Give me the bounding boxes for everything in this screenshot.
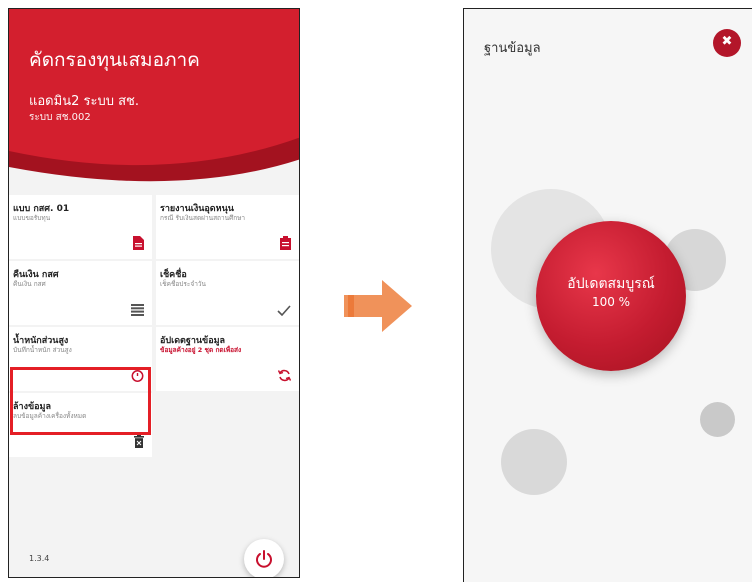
logout-button[interactable]: [244, 539, 284, 577]
update-status-text: อัปเดตสมบูรณ์: [567, 276, 655, 292]
menu-tile-update-database[interactable]: อัปเดตฐานข้อมูล ข้อมูลค้างอยู่ 2 ชุด กดเ…: [156, 327, 299, 391]
menu-tile-attendance[interactable]: เช็คชื่อ เช็คชื่อประจำวัน: [156, 261, 299, 325]
menu-tile-title: เช็คชื่อ: [160, 270, 187, 280]
home-screen: คัดกรองทุนเสมอภาค แอดมิน2 ระบบ สช. ระบบ …: [8, 8, 300, 578]
menu-tile-title: คืนเงิน กสศ: [13, 270, 59, 280]
menu-tile-desc: แบบขอรับทุน: [13, 214, 51, 222]
close-button[interactable]: ✖: [713, 29, 741, 57]
power-icon: [256, 550, 272, 568]
menu-tile-refund[interactable]: คืนเงิน กสศ คืนเงิน กสศ: [9, 261, 152, 325]
app-title: คัดกรองทุนเสมอภาค: [29, 49, 200, 71]
database-screen: ฐานข้อมูล ✖ อัปเดตสมบูรณ์ 100 %: [463, 8, 752, 582]
menu-tile-desc: ข้อมูลค้างอยู่ 2 ชุด กดเพื่อส่ง: [160, 346, 242, 354]
decorative-bubble: [501, 429, 567, 495]
menu-tile-subsidy-report[interactable]: รายงานเงินอุดหนุน กรณี รับเงินสดผ่านสถาน…: [156, 195, 299, 259]
sync-icon: [277, 369, 292, 385]
user-id: ระบบ สช.002: [29, 112, 91, 123]
check-icon: [277, 305, 291, 319]
decorative-bubble: [700, 402, 735, 437]
menu-tile-title: แบบ กสศ. 01: [13, 204, 70, 214]
trash-icon: [134, 435, 144, 451]
document-icon: [133, 236, 144, 253]
menu-tile-form-01[interactable]: แบบ กสศ. 01 แบบขอรับทุน: [9, 195, 152, 259]
highlight-box: [10, 367, 151, 435]
menu-tile-title: รายงานเงินอุดหนุน: [160, 204, 234, 214]
user-name: แอดมิน2 ระบบ สช.: [29, 94, 139, 109]
menu-tile-title: น้ำหนักส่วนสูง: [13, 336, 69, 346]
menu-tile-desc: บันทึกน้ำหนัก ส่วนสูง: [13, 346, 72, 354]
update-status-circle: อัปเดตสมบูรณ์ 100 %: [536, 221, 686, 371]
menu-tile-desc: กรณี รับเงินสดผ่านสถานศึกษา: [160, 214, 246, 222]
clipboard-icon: [280, 236, 291, 253]
arrow-right-icon: [344, 280, 412, 332]
menu-tile-title: อัปเดตฐานข้อมูล: [160, 336, 226, 346]
screen-title: ฐานข้อมูล: [484, 41, 541, 56]
menu-tile-desc: คืนเงิน กสศ: [13, 280, 46, 288]
header-banner: คัดกรองทุนเสมอภาค แอดมิน2 ระบบ สช. ระบบ …: [9, 9, 299, 209]
update-progress: 100 %: [591, 295, 631, 309]
menu-tile-desc: เช็คชื่อประจำวัน: [160, 280, 206, 288]
app-version: 1.3.4: [29, 554, 50, 563]
list-icon: [131, 304, 144, 319]
close-icon: ✖: [721, 34, 733, 49]
